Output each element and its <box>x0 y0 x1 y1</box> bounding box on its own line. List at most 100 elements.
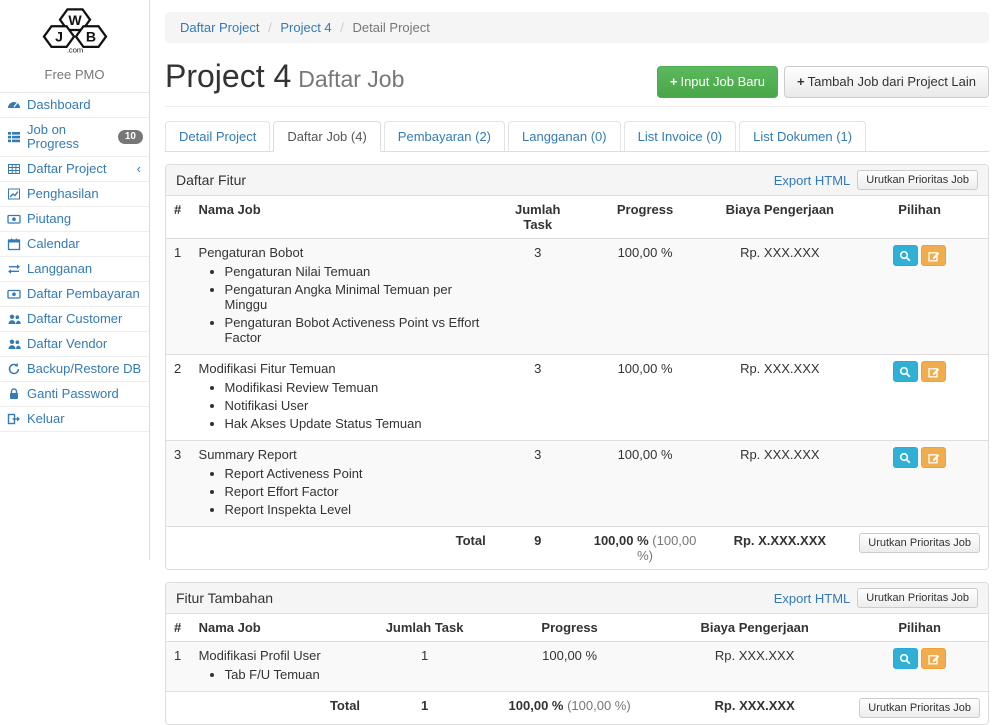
plus-icon: + <box>797 74 805 89</box>
money-icon <box>7 287 21 301</box>
edit-icon <box>928 452 940 464</box>
export-html-link[interactable]: Export HTML <box>774 173 851 188</box>
view-job-button[interactable] <box>893 361 918 382</box>
col-biaya-pengerjaan: Biaya Pengerjaan <box>658 614 851 642</box>
job-name-cell: Pengaturan Bobot Pengaturan Nilai Temuan… <box>191 239 494 355</box>
sidebar-item-daftar-vendor[interactable]: Daftar Vendor <box>0 332 149 357</box>
sidebar-item-daftar-pembayaran[interactable]: Daftar Pembayaran <box>0 282 149 307</box>
plus-icon: + <box>670 74 678 89</box>
table-row: 3 Summary Report Report Activeness Point… <box>166 441 988 527</box>
subtask-item: Report Inspekta Level <box>225 502 486 517</box>
sidebar-item-label: Ganti Password <box>27 387 119 401</box>
action-cell <box>851 642 988 692</box>
sidebar-item-daftar-customer[interactable]: Daftar Customer <box>0 307 149 332</box>
tab-list-invoice[interactable]: List Invoice (0) <box>624 121 737 151</box>
subtask-item: Pengaturan Angka Minimal Temuan per Ming… <box>225 282 486 312</box>
subtask-list: Pengaturan Nilai Temuan Pengaturan Angka… <box>225 264 486 345</box>
jumlah-task-value: 3 <box>494 239 582 355</box>
input-job-baru-button[interactable]: +Input Job Baru <box>657 66 778 98</box>
sidebar-item-ganti-password[interactable]: Ganti Password <box>0 382 149 407</box>
progress-value: 100,00 % <box>582 239 709 355</box>
table-header-row: # Nama Job Jumlah Task Progress Biaya Pe… <box>166 196 988 239</box>
tab-list-dokumen[interactable]: List Dokumen (1) <box>739 121 866 151</box>
urutkan-prioritas-job-button[interactable]: Urutkan Prioritas Job <box>857 588 978 608</box>
sidebar-item-label: Calendar <box>27 237 80 251</box>
search-icon <box>899 250 911 262</box>
sidebar-item-label: Daftar Pembayaran <box>27 287 140 301</box>
subtask-item: Notifikasi User <box>225 398 486 413</box>
sign-out-icon <box>7 412 21 426</box>
sidebar-item-label: Job on Progress <box>27 123 112 151</box>
svg-text:J: J <box>55 29 63 45</box>
edit-job-button[interactable] <box>921 361 946 382</box>
app-name: Free PMO <box>0 60 149 92</box>
sidebar-item-label: Langganan <box>27 262 92 276</box>
progress-value: 100,00 % <box>582 441 709 527</box>
subtask-item: Hak Akses Update Status Temuan <box>225 416 486 431</box>
edit-job-button[interactable] <box>921 648 946 669</box>
col-jumlah-task: Jumlah Task <box>368 614 481 642</box>
action-cell <box>851 355 988 441</box>
sidebar-item-langganan[interactable]: Langganan <box>0 257 149 282</box>
view-job-button[interactable] <box>893 648 918 669</box>
subtask-item: Report Activeness Point <box>225 466 486 481</box>
sidebar-item-backup-restore-db[interactable]: Backup/Restore DB <box>0 357 149 382</box>
urutkan-prioritas-job-button[interactable]: Urutkan Prioritas Job <box>859 533 980 553</box>
sidebar-item-label: Piutang <box>27 212 71 226</box>
job-name: Modifikasi Profil User <box>199 648 321 663</box>
svg-text:.com: .com <box>66 46 82 55</box>
sidebar-item-label: Daftar Project <box>27 162 106 176</box>
tab-daftar-job[interactable]: Daftar Job (4) <box>273 121 380 152</box>
edit-job-button[interactable] <box>921 245 946 266</box>
sidebar-item-penghasilan[interactable]: Penghasilan <box>0 182 149 207</box>
job-name: Summary Report <box>199 447 297 462</box>
table-icon <box>7 162 21 176</box>
panel-fitur-tambahan: Fitur Tambahan Export HTML Urutkan Prior… <box>165 582 989 725</box>
sidebar-item-calendar[interactable]: Calendar <box>0 232 149 257</box>
sidebar-item-label: Daftar Customer <box>27 312 122 326</box>
export-html-link[interactable]: Export HTML <box>774 591 851 606</box>
tab-detail-project[interactable]: Detail Project <box>165 121 270 151</box>
search-icon <box>899 653 911 665</box>
sidebar-item-label: Keluar <box>27 412 65 426</box>
col-pilihan: Pilihan <box>851 614 988 642</box>
col-progress: Progress <box>582 196 709 239</box>
view-job-button[interactable] <box>893 447 918 468</box>
breadcrumb-daftar-project[interactable]: Daftar Project <box>180 20 259 35</box>
sidebar-item-daftar-project[interactable]: Daftar Project ‹ <box>0 157 149 182</box>
sidebar: W J B .com Free PMO Dashboard Job on Pro… <box>0 0 150 560</box>
progress-value: 100,00 % <box>582 355 709 441</box>
sidebar-item-keluar[interactable]: Keluar <box>0 407 149 432</box>
sidebar-item-piutang[interactable]: Piutang <box>0 207 149 232</box>
tambah-job-dari-project-lain-button[interactable]: +Tambah Job dari Project Lain <box>784 66 989 98</box>
urutkan-prioritas-job-button[interactable]: Urutkan Prioritas Job <box>857 170 978 190</box>
edit-icon <box>928 366 940 378</box>
tab-langganan[interactable]: Langganan (0) <box>508 121 621 151</box>
edit-job-button[interactable] <box>921 447 946 468</box>
urutkan-prioritas-job-button[interactable]: Urutkan Prioritas Job <box>859 698 980 718</box>
view-job-button[interactable] <box>893 245 918 266</box>
subtask-list: Tab F/U Temuan <box>225 667 360 682</box>
col-nama-job: Nama Job <box>191 614 368 642</box>
breadcrumb-project-4[interactable]: Project 4 <box>280 20 331 35</box>
tab-pembayaran[interactable]: Pembayaran (2) <box>384 121 505 151</box>
page-title: Project 4 <box>165 58 291 94</box>
total-tasks: 1 <box>368 692 481 725</box>
table-row: 2 Modifikasi Fitur Temuan Modifikasi Rev… <box>166 355 988 441</box>
brand-logo[interactable]: W J B .com <box>0 0 149 60</box>
sidebar-item-dashboard[interactable]: Dashboard <box>0 93 149 118</box>
row-number: 1 <box>166 642 191 692</box>
subtask-item: Pengaturan Nilai Temuan <box>225 264 486 279</box>
refresh-icon <box>7 362 21 376</box>
sidebar-item-job-on-progress[interactable]: Job on Progress 10 <box>0 118 149 157</box>
biaya-value: Rp. XXX.XXX <box>708 441 851 527</box>
panel-daftar-fitur: Daftar Fitur Export HTML Urutkan Priorit… <box>165 164 989 570</box>
table-row: 1 Pengaturan Bobot Pengaturan Nilai Temu… <box>166 239 988 355</box>
biaya-value: Rp. XXX.XXX <box>708 239 851 355</box>
col-biaya-pengerjaan: Biaya Pengerjaan <box>708 196 851 239</box>
col-jumlah-task: Jumlah Task <box>494 196 582 239</box>
col-number: # <box>166 196 191 239</box>
job-name-cell: Modifikasi Profil User Tab F/U Temuan <box>191 642 368 692</box>
table-header-row: # Nama Job Jumlah Task Progress Biaya Pe… <box>166 614 988 642</box>
total-label: Total <box>191 527 494 570</box>
